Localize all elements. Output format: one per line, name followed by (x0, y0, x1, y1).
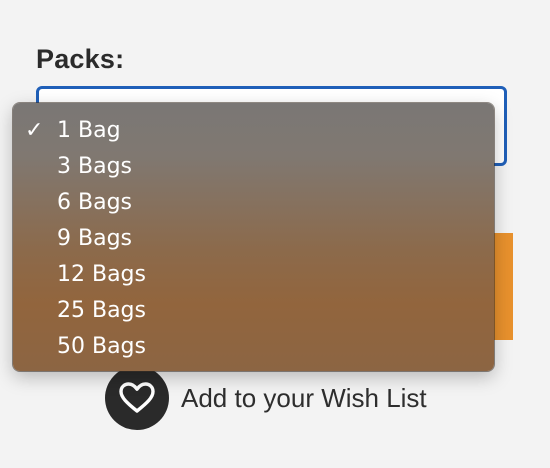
heart-icon[interactable] (105, 366, 169, 430)
dropdown-option[interactable]: 12 Bags (13, 256, 494, 292)
dropdown-option-label: 50 Bags (57, 333, 146, 359)
dropdown-option-label: 9 Bags (57, 225, 132, 251)
dropdown-option[interactable]: 3 Bags (13, 148, 494, 184)
dropdown-option[interactable]: 6 Bags (13, 184, 494, 220)
dropdown-option-label: 1 Bag (57, 117, 121, 143)
packs-dropdown-menu[interactable]: ✓ 1 Bag 3 Bags 6 Bags 9 Bags 12 Bags 25 Bags 50… (13, 103, 494, 371)
dropdown-option-label: 25 Bags (57, 297, 146, 323)
wishlist-label[interactable]: Add to your Wish List (181, 383, 427, 414)
checkmark-icon: ✓ (25, 117, 44, 143)
dropdown-option[interactable]: 25 Bags (13, 292, 494, 328)
dropdown-option-label: 12 Bags (57, 261, 146, 287)
dropdown-option[interactable]: ✓ 1 Bag (13, 112, 494, 148)
packs-label: Packs: (36, 44, 125, 74)
add-to-wishlist-link[interactable]: Add to your Wish List (105, 366, 427, 430)
product-options-panel: Packs: Add to your Wish List ✓ 1 Bag 3 Bag… (0, 0, 550, 468)
dropdown-option-label: 3 Bags (57, 153, 132, 179)
dropdown-option[interactable]: 50 Bags (13, 328, 494, 364)
dropdown-option[interactable]: 9 Bags (13, 220, 494, 256)
dropdown-option-label: 6 Bags (57, 189, 132, 215)
